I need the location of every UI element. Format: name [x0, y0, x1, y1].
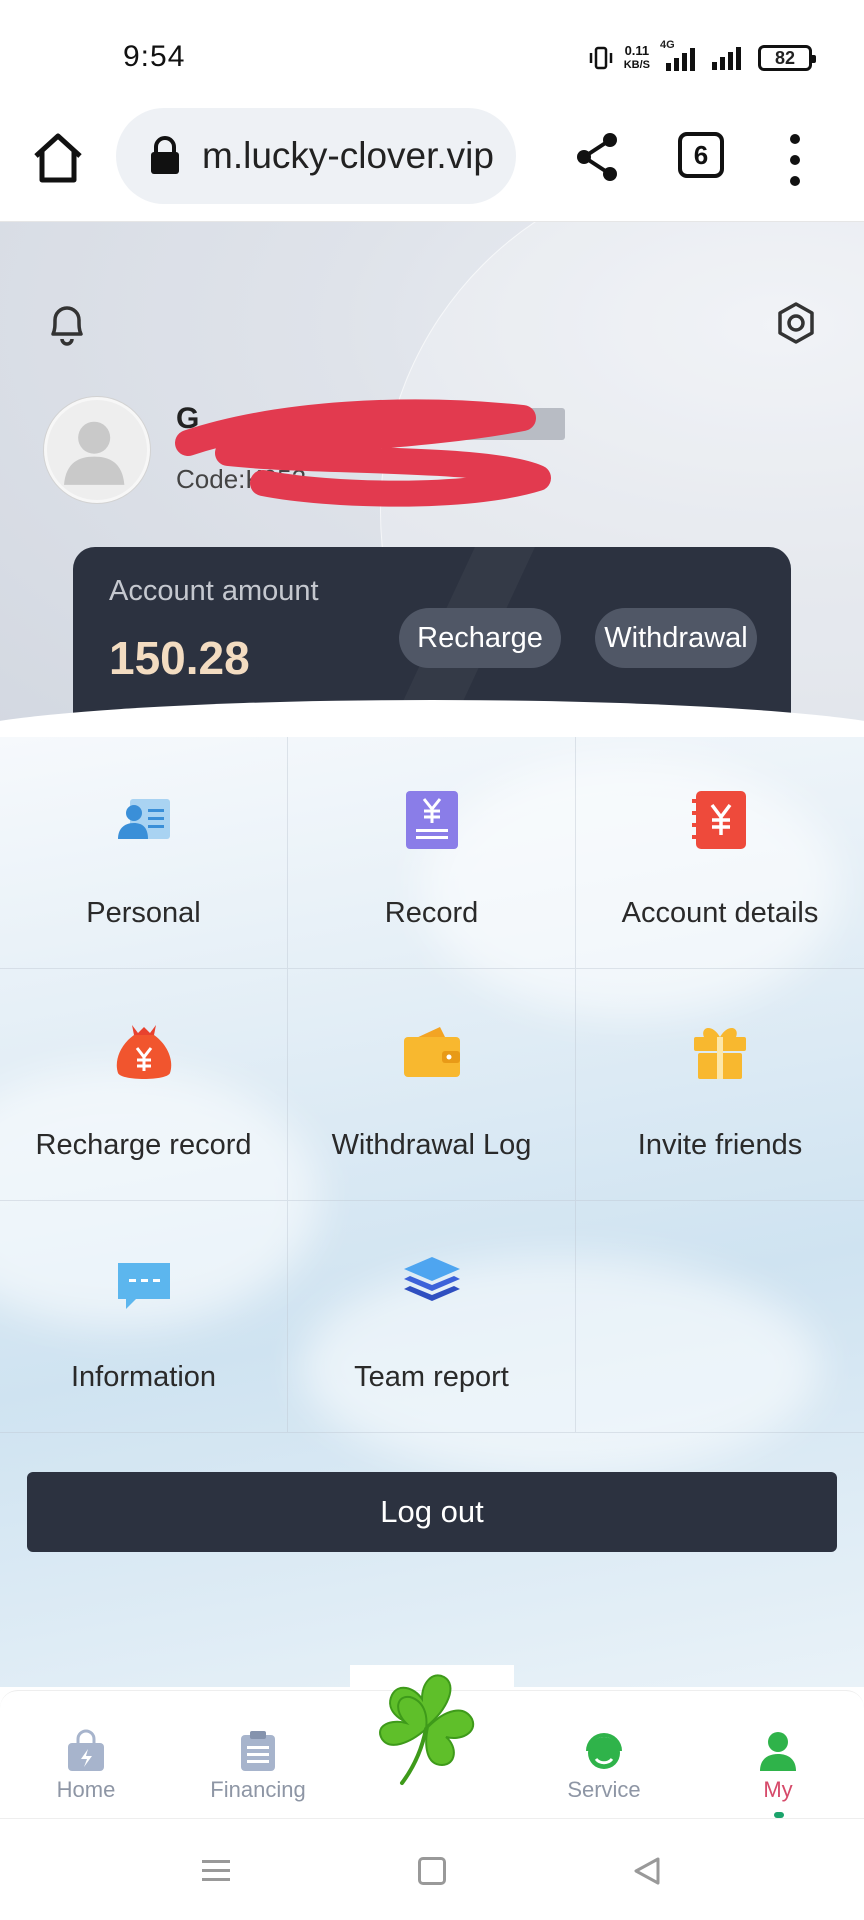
menu-item-label: Team report	[354, 1361, 509, 1393]
tab-service-label: Service	[567, 1777, 641, 1802]
system-navigation-bar	[0, 1818, 864, 1920]
account-amount-value: 150.28	[109, 632, 250, 684]
profile-header: G VIP1 Code:K952 Account amount 150.28 R…	[0, 222, 864, 737]
battery-indicator: 82	[758, 45, 816, 71]
id-card-icon	[118, 799, 170, 839]
menu-item-label: Invite friends	[637, 1129, 803, 1161]
menu-item-label: Withdrawal Log	[331, 1129, 532, 1161]
money-bag-icon	[116, 1025, 172, 1079]
address-bar[interactable]: m.lucky-clover.vip	[116, 108, 516, 204]
menu-item-label: Record	[384, 897, 479, 929]
tab-financing-label: Financing	[210, 1777, 306, 1802]
home-icon[interactable]	[28, 128, 88, 188]
tab-financing[interactable]: Financing	[198, 1729, 318, 1803]
menu-item-label: Information	[70, 1361, 217, 1393]
wallet-icon	[404, 1027, 460, 1077]
menu-item-label: Recharge record	[35, 1129, 252, 1161]
tab-service[interactable]: Service	[544, 1729, 664, 1803]
back-icon[interactable]	[632, 1855, 662, 1887]
signal-icon	[712, 47, 741, 70]
settings-icon[interactable]	[774, 300, 818, 346]
status-bar: 9:54 0.11 KB/S 4G 82	[0, 0, 864, 100]
tab-switcher-button[interactable]: 6	[678, 132, 724, 178]
recent-apps-icon[interactable]	[200, 1857, 232, 1885]
network-speed-value: 0.11	[624, 43, 650, 58]
tab-my[interactable]: My	[718, 1729, 838, 1803]
menu-area: Personal Record Account details Recharge…	[0, 737, 864, 1687]
menu-item-recharge-record[interactable]: Recharge record	[0, 969, 288, 1201]
avatar[interactable]	[44, 397, 150, 503]
tab-home[interactable]: Home	[26, 1729, 146, 1803]
menu-item-record[interactable]: Record	[288, 737, 576, 969]
menu-item-label: Personal	[86, 897, 201, 929]
menu-item-label: Account details	[621, 897, 819, 929]
clover-logo-icon[interactable]	[362, 1665, 492, 1795]
tab-my-label: My	[763, 1777, 793, 1802]
network-speed: 0.11 KB/S	[624, 44, 650, 72]
bell-icon[interactable]	[44, 300, 90, 348]
tab-home-label: Home	[56, 1777, 116, 1802]
menu-item-information[interactable]: Information	[0, 1201, 288, 1433]
url-text: m.lucky-clover.vip	[202, 135, 494, 176]
menu-item-account-details[interactable]: Account details	[576, 737, 864, 969]
layers-icon	[404, 1257, 460, 1301]
lock-icon	[151, 136, 179, 174]
account-amount-label: Account amount	[109, 575, 319, 607]
status-time: 9:54	[123, 40, 186, 73]
vibrate-icon	[589, 46, 612, 70]
redaction-scribble	[175, 399, 551, 507]
more-options-icon[interactable]	[780, 130, 810, 190]
clipboard-icon	[241, 1731, 275, 1771]
menu-item-personal[interactable]: Personal	[0, 737, 288, 969]
recharge-button[interactable]: Recharge	[399, 608, 561, 668]
menu-item-empty	[576, 1201, 864, 1433]
withdrawal-button[interactable]: Withdrawal	[595, 608, 757, 668]
chat-bubble-icon	[118, 1263, 170, 1309]
yen-document-icon	[406, 791, 458, 849]
signal-4g-icon: 4G	[660, 39, 700, 73]
gift-icon	[694, 1027, 746, 1079]
share-icon[interactable]	[572, 130, 622, 184]
menu-item-invite-friends[interactable]: Invite friends	[576, 969, 864, 1201]
user-icon	[760, 1732, 796, 1771]
logout-button[interactable]: Log out	[27, 1472, 837, 1552]
menu-item-team-report[interactable]: Team report	[288, 1201, 576, 1433]
shopping-bag-icon	[68, 1729, 104, 1771]
menu-item-withdrawal-log[interactable]: Withdrawal Log	[288, 969, 576, 1201]
network-speed-unit: KB/S	[623, 59, 650, 71]
headset-icon	[586, 1733, 622, 1769]
browser-toolbar: m.lucky-clover.vip 6	[0, 100, 864, 222]
status-icons: 0.11 KB/S 4G 82	[588, 38, 816, 78]
system-home-icon[interactable]	[418, 1857, 446, 1885]
yen-ledger-icon	[692, 791, 746, 849]
menu-grid: Personal Record Account details Recharge…	[0, 737, 864, 1433]
